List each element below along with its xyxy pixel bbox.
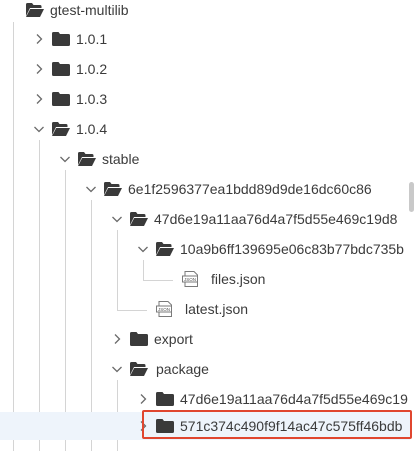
tree-label: 1.0.4 [76, 121, 108, 137]
tree-row-1-0-4[interactable]: 1.0.4 [0, 114, 410, 144]
folder-open-icon [156, 242, 174, 256]
svg-text:JSON: JSON [158, 307, 170, 312]
folder-icon [156, 392, 174, 406]
folder-icon [52, 92, 70, 106]
folder-open-icon [104, 182, 122, 196]
tree-row-gtest-multilib[interactable]: gtest-multilib [0, 0, 410, 25]
chevron-down-icon[interactable] [33, 123, 45, 135]
tree-row-recipe-revision[interactable]: 6e1f2596377ea1bdd89d9de16dc60c86 [0, 174, 410, 204]
folder-icon [52, 32, 70, 46]
tree-row-1-0-1[interactable]: 1.0.1 [0, 24, 410, 54]
tree-row-stable[interactable]: stable [0, 144, 410, 174]
tree-label: 10a9b6ff139695e06c83b77bdc735b [180, 241, 404, 257]
folder-icon [130, 332, 148, 346]
json-file-icon: JSON [182, 271, 200, 287]
tree-label: 1.0.1 [76, 31, 108, 47]
tree-label: package [156, 361, 209, 377]
tree-row-1-0-2[interactable]: 1.0.2 [0, 54, 410, 84]
scrollbar-thumb[interactable] [409, 182, 414, 212]
folder-open-icon [130, 212, 148, 226]
tree-label: 1.0.3 [76, 91, 108, 107]
tree-label: files.json [211, 271, 266, 287]
chevron-right-icon[interactable] [33, 33, 45, 45]
tree-row-package-revision[interactable]: 10a9b6ff139695e06c83b77bdc735b [0, 234, 410, 264]
chevron-down-icon[interactable] [111, 213, 123, 225]
highlight-box [142, 410, 412, 439]
folder-open-icon [130, 362, 148, 376]
chevron-right-icon[interactable] [33, 63, 45, 75]
tree-row-package[interactable]: package [0, 354, 410, 384]
tree-row-export[interactable]: export [0, 324, 410, 354]
chevron-down-icon[interactable] [59, 153, 71, 165]
tree-label: gtest-multilib [50, 2, 129, 18]
tree-row-latest-json[interactable]: JSON latest.json [0, 294, 410, 324]
tree-row-files-json[interactable]: JSON files.json [0, 264, 410, 294]
tree-label: 47d6e19a11aa76d4a7f5d55e469c19d8 [154, 211, 398, 227]
file-tree: gtest-multilib 1.0.1 1.0.2 1.0.3 1.0.4 s… [0, 0, 418, 451]
chevron-right-icon[interactable] [137, 393, 149, 405]
chevron-down-icon[interactable] [111, 363, 123, 375]
tree-label: 1.0.2 [76, 61, 108, 77]
chevron-down-icon[interactable] [85, 183, 97, 195]
tree-label: export [154, 331, 193, 347]
folder-open-icon [52, 122, 70, 136]
chevron-down-icon[interactable] [137, 243, 149, 255]
svg-text:JSON: JSON [184, 277, 196, 282]
folder-icon [52, 62, 70, 76]
tree-label: latest.json [185, 301, 249, 317]
folder-open-icon [78, 152, 96, 166]
json-file-icon: JSON [156, 301, 174, 317]
tree-row-1-0-3[interactable]: 1.0.3 [0, 84, 410, 114]
folder-open-icon [26, 3, 44, 17]
chevron-right-icon[interactable] [111, 333, 123, 345]
tree-label: 6e1f2596377ea1bdd89d9de16dc60c86 [128, 181, 372, 197]
tree-row-package-hash[interactable]: 47d6e19a11aa76d4a7f5d55e469c19d8 [0, 204, 410, 234]
tree-label: stable [102, 151, 140, 167]
chevron-right-icon[interactable] [33, 93, 45, 105]
